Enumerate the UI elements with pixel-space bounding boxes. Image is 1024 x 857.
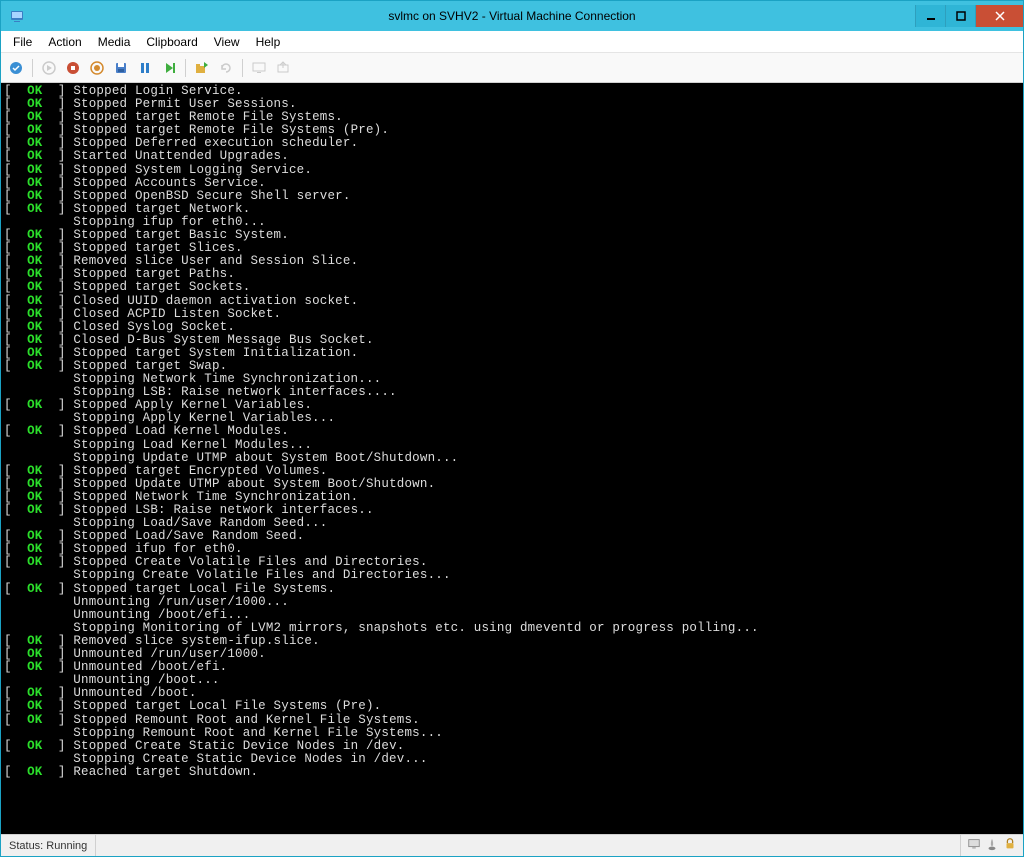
- pause-icon[interactable]: [134, 57, 156, 79]
- enhanced-session-icon[interactable]: [248, 57, 270, 79]
- app-icon: [9, 8, 25, 24]
- minimize-button[interactable]: [915, 5, 945, 27]
- menu-view[interactable]: View: [206, 33, 248, 51]
- menu-action[interactable]: Action: [40, 33, 89, 51]
- ctrl-alt-del-icon[interactable]: [5, 57, 27, 79]
- share-icon[interactable]: [272, 57, 294, 79]
- menu-media[interactable]: Media: [90, 33, 139, 51]
- turn-off-icon[interactable]: [62, 57, 84, 79]
- separator: [242, 59, 243, 77]
- window-title: svlmc on SVHV2 - Virtual Machine Connect…: [1, 9, 1023, 23]
- save-icon[interactable]: [110, 57, 132, 79]
- maximize-button[interactable]: [945, 5, 975, 27]
- vm-connection-window: svlmc on SVHV2 - Virtual Machine Connect…: [0, 0, 1024, 857]
- revert-icon[interactable]: [215, 57, 237, 79]
- window-controls: [915, 5, 1023, 27]
- display-config-icon[interactable]: [967, 837, 981, 854]
- vm-display-terminal[interactable]: [ OK ] Stopped Login Service. [ OK ] Sto…: [1, 83, 1023, 834]
- separator: [32, 59, 33, 77]
- menu-file[interactable]: File: [5, 33, 40, 51]
- close-button[interactable]: [975, 5, 1023, 27]
- statusbar: Status: Running: [1, 834, 1023, 856]
- nic-icon[interactable]: [985, 837, 999, 854]
- menubar: File Action Media Clipboard View Help: [1, 31, 1023, 53]
- separator: [185, 59, 186, 77]
- status-icons: [961, 837, 1023, 854]
- status-spacer: [96, 835, 961, 856]
- titlebar: svlmc on SVHV2 - Virtual Machine Connect…: [1, 1, 1023, 31]
- status-text: Status: Running: [1, 835, 96, 856]
- menu-clipboard[interactable]: Clipboard: [138, 33, 205, 51]
- reset-icon[interactable]: [158, 57, 180, 79]
- start-icon[interactable]: [38, 57, 60, 79]
- menu-help[interactable]: Help: [248, 33, 289, 51]
- checkpoint-icon[interactable]: [191, 57, 213, 79]
- toolbar: [1, 53, 1023, 83]
- lock-icon[interactable]: [1003, 837, 1017, 854]
- shutdown-icon[interactable]: [86, 57, 108, 79]
